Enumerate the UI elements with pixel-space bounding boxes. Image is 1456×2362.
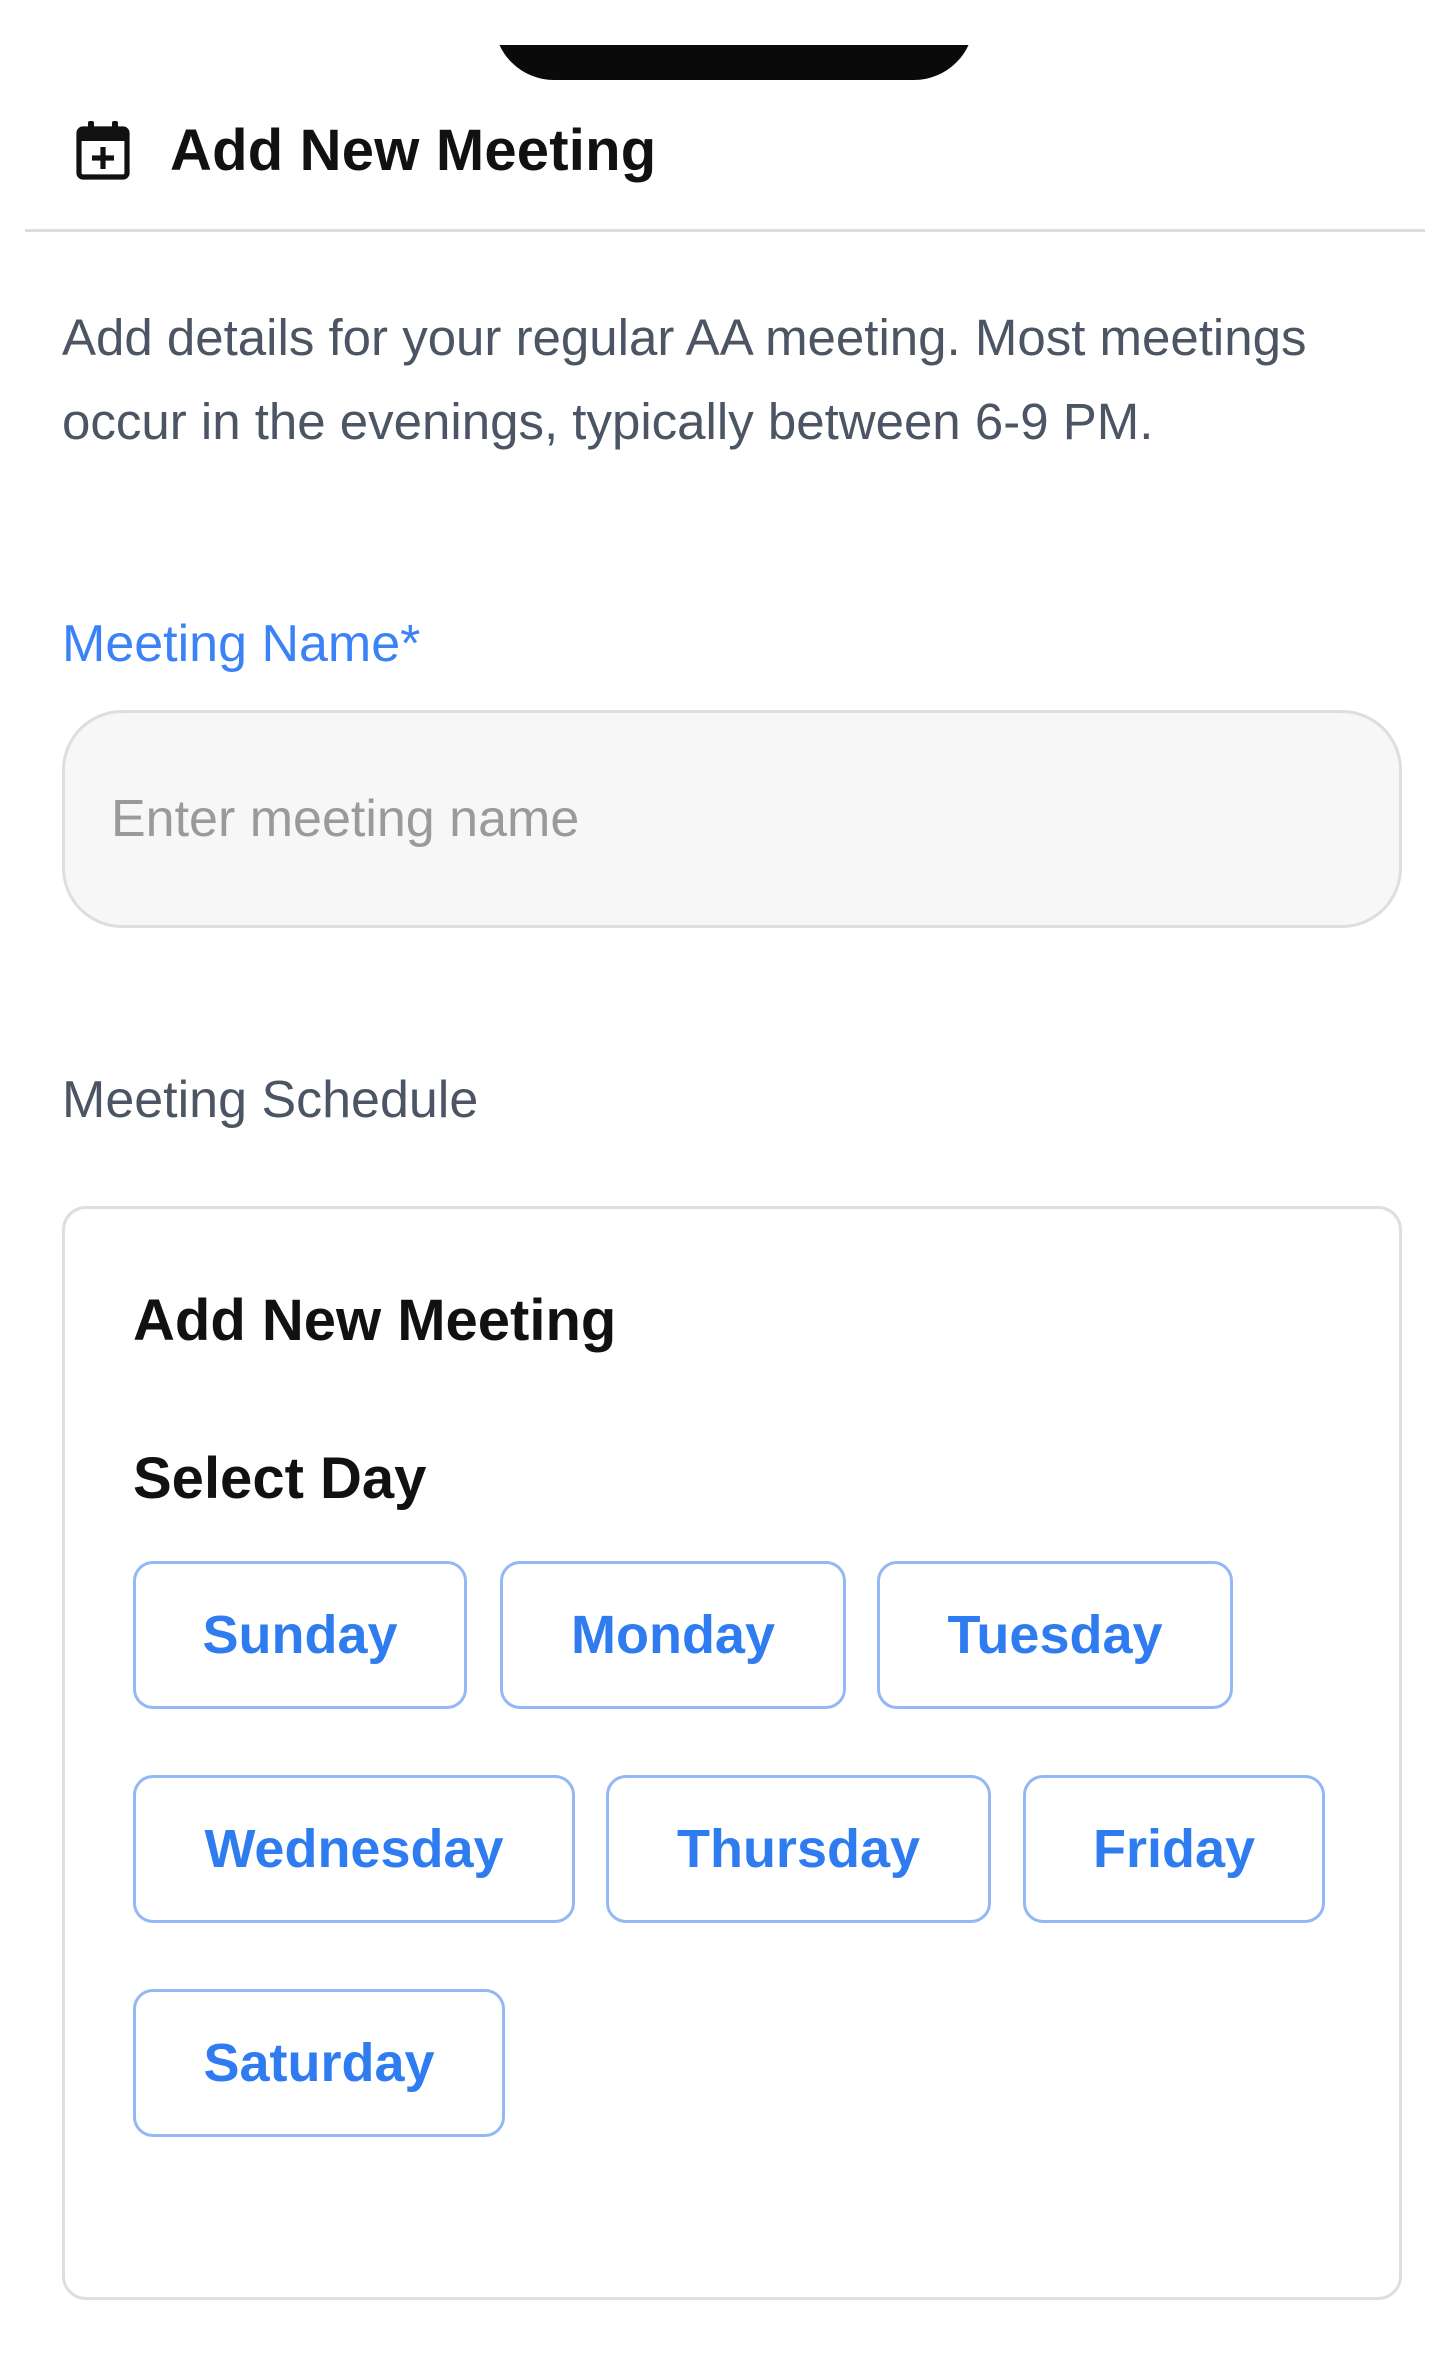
meeting-name-label: Meeting Name* [62, 615, 421, 673]
meeting-schedule-label: Meeting Schedule [62, 1071, 479, 1129]
day-button-monday[interactable]: Monday [500, 1561, 846, 1709]
schedule-card: Add New Meeting Select Day Sunday Monday… [62, 1206, 1402, 2300]
day-button-wednesday[interactable]: Wednesday [133, 1775, 575, 1923]
page-header: Add New Meeting [72, 110, 656, 190]
page-title: Add New Meeting [170, 117, 657, 183]
meeting-name-input[interactable] [62, 710, 1402, 928]
device-notch [494, 45, 974, 80]
calendar-plus-icon [72, 119, 134, 181]
day-button-thursday[interactable]: Thursday [606, 1775, 991, 1923]
page-description: Add details for your regular AA meeting.… [62, 309, 1307, 450]
day-button-friday[interactable]: Friday [1023, 1775, 1325, 1923]
day-button-tuesday[interactable]: Tuesday [877, 1561, 1233, 1709]
schedule-card-title: Add New Meeting [133, 1288, 617, 1353]
select-day-heading: Select Day [133, 1446, 427, 1511]
header-divider [25, 229, 1425, 232]
day-button-saturday[interactable]: Saturday [133, 1989, 505, 2137]
day-button-sunday[interactable]: Sunday [133, 1561, 467, 1709]
